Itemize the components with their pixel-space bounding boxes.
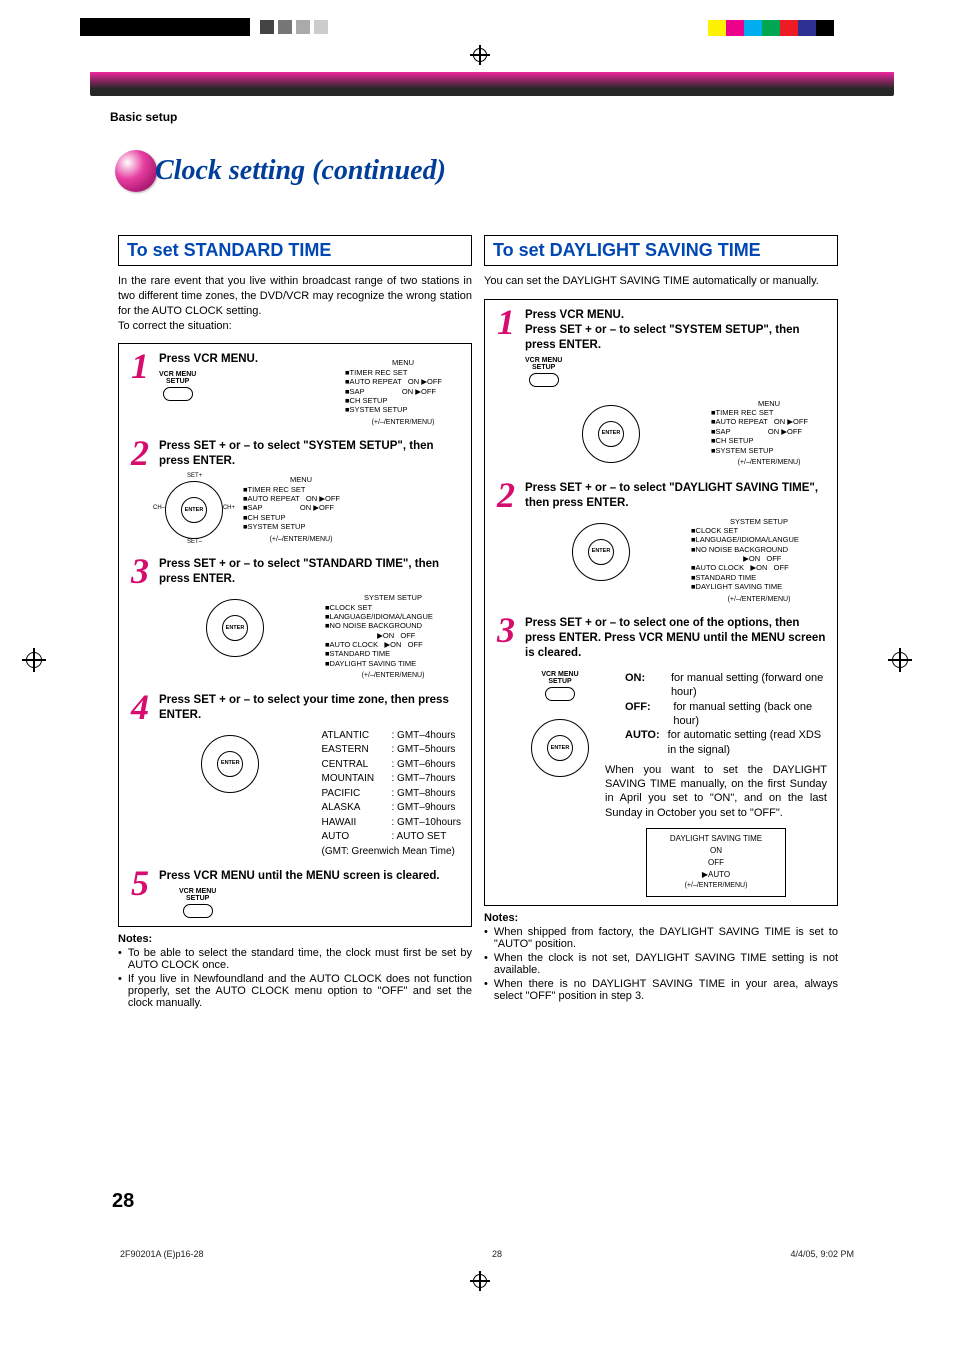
step-2-right: 2 Press SET + or – to select "DAYLIGHT S… — [493, 481, 827, 607]
vcr-menu-button-icon: VCR MENUSETUP — [159, 371, 196, 401]
registration-cross-bottom — [470, 1271, 490, 1291]
page-number: 28 — [112, 1190, 134, 1213]
timezone-list: ATLANTIC: GMT–4hours EASTERN: GMT–5hours… — [322, 729, 461, 860]
dst-options: ON:for manual setting (forward one hour)… — [625, 671, 827, 757]
step-number: 3 — [493, 616, 519, 896]
notes-heading: Notes: — [118, 933, 472, 945]
osd-dst-box: DAYLIGHT SAVING TIME ON OFF ▶AUTO (+/–/E… — [646, 828, 786, 897]
heading-text: To set DAYLIGHT SAVING TIME — [493, 240, 829, 261]
registration-cross-right — [888, 648, 912, 672]
step-1-right: 1 Press VCR MENU. Press SET + or – to se… — [493, 308, 827, 471]
vcr-menu-button-icon: VCR MENUSETUP — [179, 888, 216, 918]
osd-menu: MENU ■TIMER REC SET ■AUTO REPEAT ON ▶OFF… — [341, 356, 461, 429]
osd-system-setup: SYSTEM SETUP ■CLOCK SET ■LANGUAGE/IDIOMA… — [321, 591, 461, 683]
step-number: 5 — [127, 869, 153, 918]
registration-cmyk-strip — [708, 20, 834, 36]
registration-cross-left — [22, 648, 46, 672]
column-standard-time: To set STANDARD TIME In the rare event t… — [118, 235, 472, 1009]
step-3-right: 3 Press SET + or – to select one of the … — [493, 616, 827, 896]
step-text: Press SET + or – to select "SYSTEM SETUP… — [159, 439, 461, 469]
footer-page: 28 — [492, 1249, 502, 1259]
breadcrumb: Basic setup — [110, 110, 177, 124]
step-number: 2 — [127, 439, 153, 547]
decorative-sphere-icon — [115, 150, 157, 192]
column-daylight-saving: To set DAYLIGHT SAVING TIME You can set … — [484, 235, 838, 1009]
step-number: 1 — [493, 308, 519, 471]
note-item: If you live in Newfoundland and the AUTO… — [128, 973, 472, 1009]
section-heading-dst: To set DAYLIGHT SAVING TIME — [484, 235, 838, 266]
steps-box-left: 1 Press VCR MENU. VCR MENUSETUP MENU ■TI… — [118, 343, 472, 927]
vcr-menu-button-icon: VCR MENUSETUP — [525, 357, 562, 387]
notes-heading: Notes: — [484, 912, 838, 924]
page-title-row: Clock setting (continued) — [115, 150, 446, 192]
step-number: 1 — [127, 352, 153, 429]
step-text: Press SET + or – to select "STANDARD TIM… — [159, 557, 461, 587]
remote-dpad-icon: ENTER SET+ SET– CH– CH+ — [159, 475, 229, 545]
step-1-left: 1 Press VCR MENU. VCR MENUSETUP MENU ■TI… — [127, 352, 461, 429]
footer-timestamp: 4/4/05, 9:02 PM — [790, 1249, 854, 1259]
step-text: Press SET + or – to select one of the op… — [525, 616, 827, 661]
dst-manual-note: When you want to set the DAYLIGHT SAVING… — [605, 763, 827, 820]
remote-dpad-icon: ENTER — [566, 517, 636, 587]
note-item: To be able to select the standard time, … — [128, 947, 472, 971]
header-gradient-bar — [90, 72, 894, 96]
registration-cross-top — [470, 45, 490, 65]
step-text: Press VCR MENU until the MENU screen is … — [159, 869, 461, 884]
step-number: 2 — [493, 481, 519, 607]
intro-standard-time: In the rare event that you live within b… — [118, 274, 472, 333]
steps-box-right: 1 Press VCR MENU. Press SET + or – to se… — [484, 299, 838, 906]
osd-menu: MENU ■TIMER REC SET ■AUTO REPEAT ON ▶OFF… — [239, 473, 359, 546]
step-text: Press SET + or – to select "DAYLIGHT SAV… — [525, 481, 827, 511]
step-5-left: 5 Press VCR MENU until the MENU screen i… — [127, 869, 461, 918]
notes-left: Notes: To be able to select the standard… — [118, 933, 472, 1009]
step-text: Press SET + or – to select "SYSTEM SETUP… — [525, 323, 827, 353]
footer: 2F90201A (E)p16-28 28 4/4/05, 9:02 PM — [120, 1249, 854, 1259]
vcr-menu-button-icon: VCR MENUSETUP — [541, 671, 578, 701]
step-number: 3 — [127, 557, 153, 683]
step-3-left: 3 Press SET + or – to select "STANDARD T… — [127, 557, 461, 683]
page-title: Clock setting (continued) — [155, 155, 446, 187]
remote-dpad-icon: ENTER — [525, 713, 595, 783]
step-number: 4 — [127, 693, 153, 859]
intro-dst: You can set the DAYLIGHT SAVING TIME aut… — [484, 274, 838, 289]
section-heading-standard-time: To set STANDARD TIME — [118, 235, 472, 266]
osd-menu: MENU ■TIMER REC SET ■AUTO REPEAT ON ▶OFF… — [707, 397, 827, 470]
registration-black-bar — [80, 18, 250, 36]
step-text: Press VCR MENU. — [159, 352, 331, 367]
registration-gray-squares — [260, 20, 328, 34]
step-text: Press SET + or – to select your time zon… — [159, 693, 461, 723]
remote-dpad-icon: ENTER — [576, 399, 646, 469]
remote-dpad-icon: ENTER — [200, 593, 270, 663]
note-item: When the clock is not set, DAYLIGHT SAVI… — [494, 952, 838, 976]
footer-filename: 2F90201A (E)p16-28 — [120, 1249, 204, 1259]
step-text: Press VCR MENU. — [525, 308, 827, 323]
step-4-left: 4 Press SET + or – to select your time z… — [127, 693, 461, 859]
step-2-left: 2 Press SET + or – to select "SYSTEM SET… — [127, 439, 461, 547]
osd-system-setup: SYSTEM SETUP ■CLOCK SET ■LANGUAGE/IDIOMA… — [687, 515, 827, 607]
remote-dpad-icon: ENTER — [195, 729, 265, 799]
note-item: When there is no DAYLIGHT SAVING TIME in… — [494, 978, 838, 1002]
page: Basic setup Clock setting (continued) To… — [0, 0, 954, 1351]
notes-right: Notes: When shipped from factory, the DA… — [484, 912, 838, 1002]
timezone-footnote: (GMT: Greenwich Mean Time) — [322, 845, 461, 860]
note-item: When shipped from factory, the DAYLIGHT … — [494, 926, 838, 950]
heading-text: To set STANDARD TIME — [127, 240, 463, 261]
